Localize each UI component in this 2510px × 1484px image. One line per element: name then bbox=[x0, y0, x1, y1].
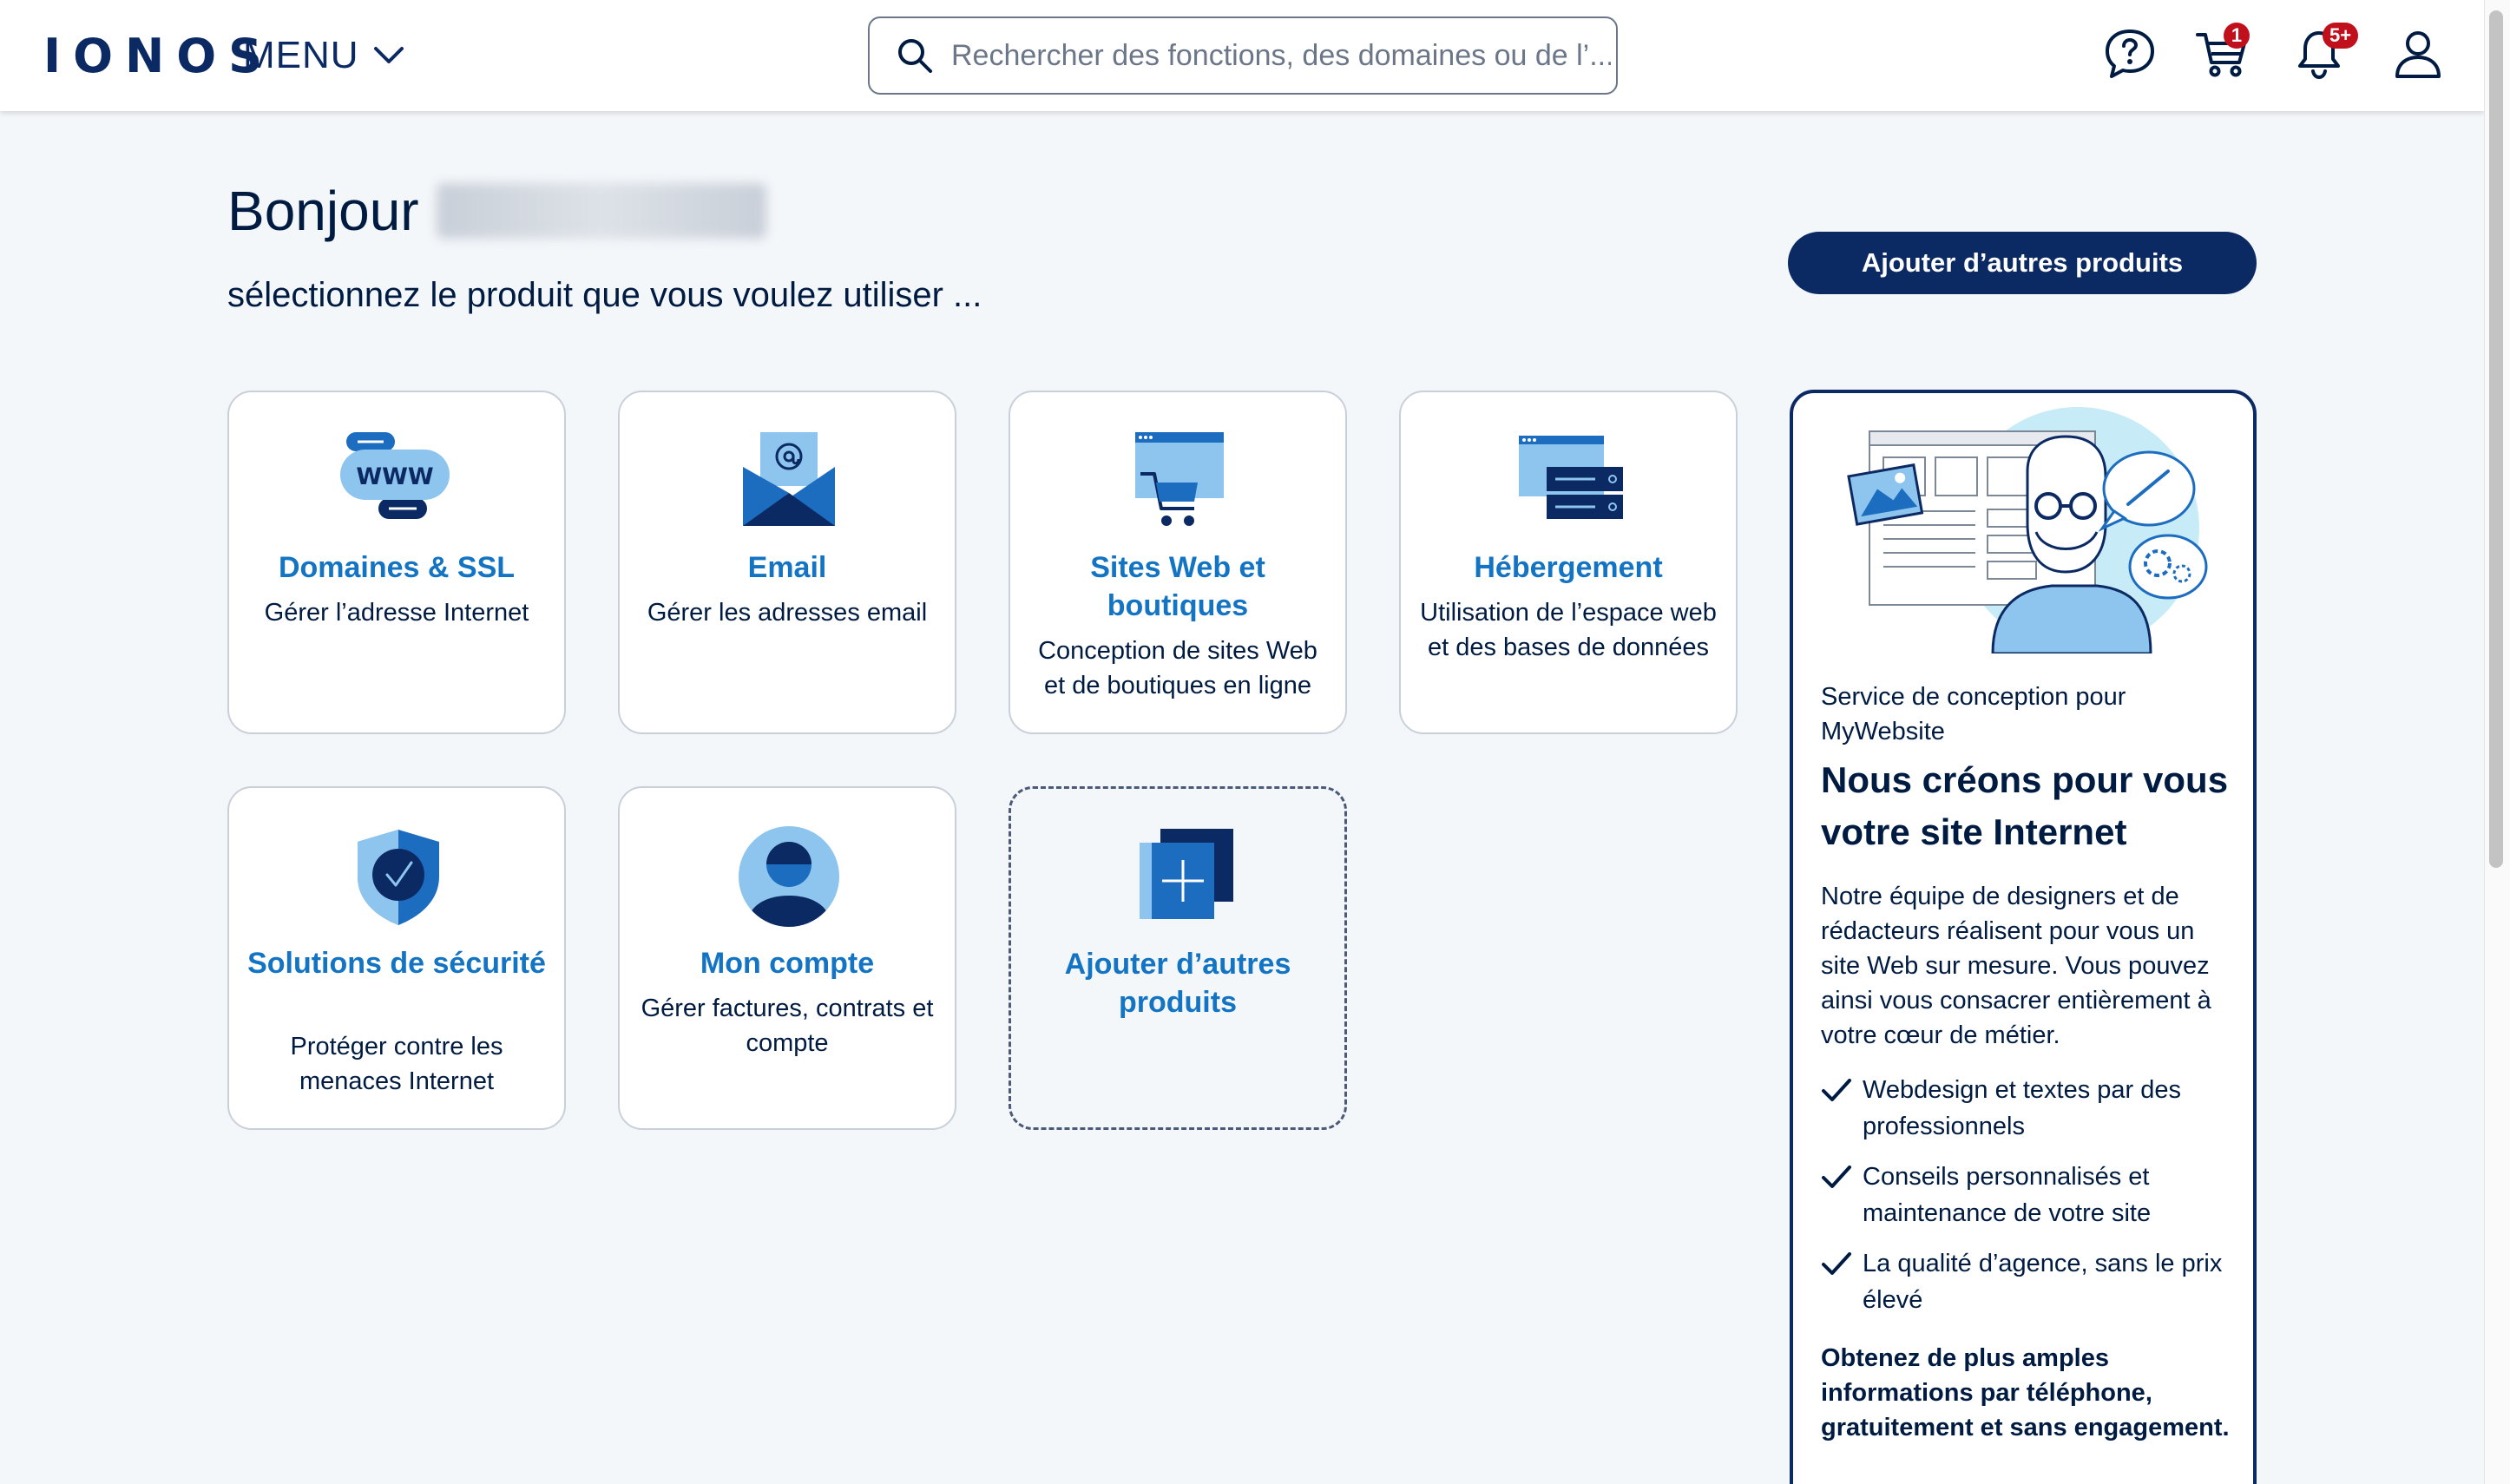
card-domains-ssl[interactable]: WWW Domaines & SSL Gérer l’adresse Inter… bbox=[227, 391, 566, 734]
greeting-hello: Bonjour bbox=[227, 180, 419, 242]
card-title: Ajouter d’autres produits bbox=[1064, 948, 1291, 1019]
benefit-text: La qualité d’agence, sans le prix élevé bbox=[1863, 1250, 2223, 1314]
card-my-account[interactable]: Mon compte Gérer factures, contrats et c… bbox=[618, 786, 956, 1130]
search-box[interactable] bbox=[868, 16, 1618, 95]
card-description: Conception de sites Web et de boutiques … bbox=[1038, 637, 1317, 699]
account-button[interactable] bbox=[2390, 26, 2446, 82]
list-item: La qualité d’agence, sans le prix élevé bbox=[1821, 1245, 2237, 1318]
card-title: Solutions de sécurité bbox=[247, 947, 546, 980]
promo-benefits-list: Webdesign et textes par des professionne… bbox=[1821, 1072, 2237, 1332]
designer-illustration bbox=[1847, 407, 2208, 653]
card-title: Mon compte bbox=[700, 947, 875, 980]
promo-body: Notre équipe de designers et de rédacteu… bbox=[1821, 883, 2211, 1049]
email-envelope-icon bbox=[743, 432, 835, 526]
card-description: Utilisation de l’espace web et des bases… bbox=[1420, 599, 1717, 661]
svg-text:WWW: WWW bbox=[356, 463, 433, 490]
checkmark-icon bbox=[1822, 1166, 1851, 1188]
card-add-products[interactable]: Ajouter d’autres produits bbox=[1009, 786, 1347, 1130]
help-button[interactable] bbox=[2102, 26, 2158, 82]
benefit-text: Webdesign et textes par des professionne… bbox=[1863, 1076, 2182, 1140]
promo-mywebsite-design: Service de conception pour MyWebsite Nou… bbox=[1790, 390, 2257, 1484]
greeting: Bonjour bbox=[227, 179, 766, 243]
top-header: IONOS MENU 1 5+ bbox=[0, 0, 2484, 111]
promo-kicker: Service de conception pour MyWebsite bbox=[1821, 683, 2126, 745]
card-description: Gérer l’adresse Internet bbox=[264, 599, 529, 627]
cart-count-badge: 1 bbox=[2224, 23, 2250, 49]
search-icon bbox=[898, 39, 932, 73]
card-description: Gérer factures, contrats et compte bbox=[641, 995, 934, 1057]
card-hosting[interactable]: Hébergement Utilisation de l’espace web … bbox=[1399, 391, 1738, 734]
card-description: Protéger contre les menaces Internet bbox=[290, 1033, 503, 1095]
notifications-count-badge: 5+ bbox=[2323, 23, 2359, 49]
server-hosting-icon bbox=[1519, 436, 1623, 519]
promo-cta-text: Obtenez de plus amples informations par … bbox=[1821, 1344, 2230, 1441]
promo-headline: Nous créons pour vous votre site Interne… bbox=[1821, 759, 2229, 852]
account-avatar-icon bbox=[739, 826, 839, 927]
shield-check-icon bbox=[358, 830, 439, 925]
help-chat-icon bbox=[2106, 30, 2154, 78]
card-email[interactable]: Email Gérer les adresses email bbox=[618, 391, 956, 734]
card-title: Sites Web et boutiques bbox=[1090, 551, 1265, 622]
checkmark-icon bbox=[1822, 1079, 1851, 1101]
add-products-button[interactable]: Ajouter d’autres produits bbox=[1788, 232, 2257, 294]
menu-label: MENU bbox=[243, 34, 359, 76]
checkmark-icon bbox=[1822, 1252, 1851, 1275]
blurred-user-name bbox=[436, 183, 766, 239]
list-item: Conseils personnalisés et maintenance de… bbox=[1821, 1159, 2237, 1231]
page-scrollbar-thumb[interactable] bbox=[2489, 10, 2503, 868]
card-description: Gérer les adresses email bbox=[647, 599, 928, 627]
search-input[interactable] bbox=[951, 38, 1611, 73]
benefit-text: Conseils personnalisés et maintenance de… bbox=[1863, 1163, 2152, 1227]
card-title: Domaines & SSL bbox=[278, 551, 516, 584]
menu-toggle[interactable]: MENU bbox=[243, 31, 404, 80]
list-item: Webdesign et textes par des professionne… bbox=[1821, 1072, 2237, 1145]
card-websites-shops[interactable]: Sites Web et boutiques Conception de sit… bbox=[1009, 391, 1347, 734]
ionos-logo[interactable]: IONOS bbox=[43, 28, 274, 83]
card-title: Hébergement bbox=[1474, 551, 1663, 584]
chevron-down-icon bbox=[373, 47, 404, 63]
card-security-solutions[interactable]: Solutions de sécurité Protéger contre le… bbox=[227, 786, 566, 1130]
card-title: Email bbox=[747, 551, 827, 584]
cart-button[interactable]: 1 bbox=[2194, 23, 2250, 82]
user-icon bbox=[2395, 31, 2441, 78]
www-globe-icon: WWW bbox=[340, 432, 450, 519]
website-cart-icon bbox=[1135, 432, 1224, 526]
notifications-button[interactable]: 5+ bbox=[2291, 23, 2359, 82]
greeting-subtitle: sélectionnez le produit que vous voulez … bbox=[227, 276, 982, 314]
add-plus-icon bbox=[1140, 829, 1233, 919]
